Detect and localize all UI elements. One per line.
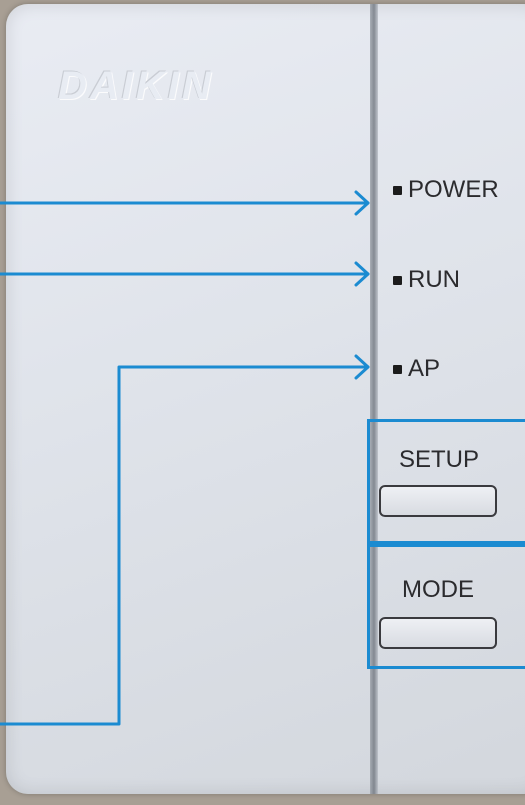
callout-arrows xyxy=(0,190,370,726)
ap-callout-line xyxy=(0,365,370,726)
